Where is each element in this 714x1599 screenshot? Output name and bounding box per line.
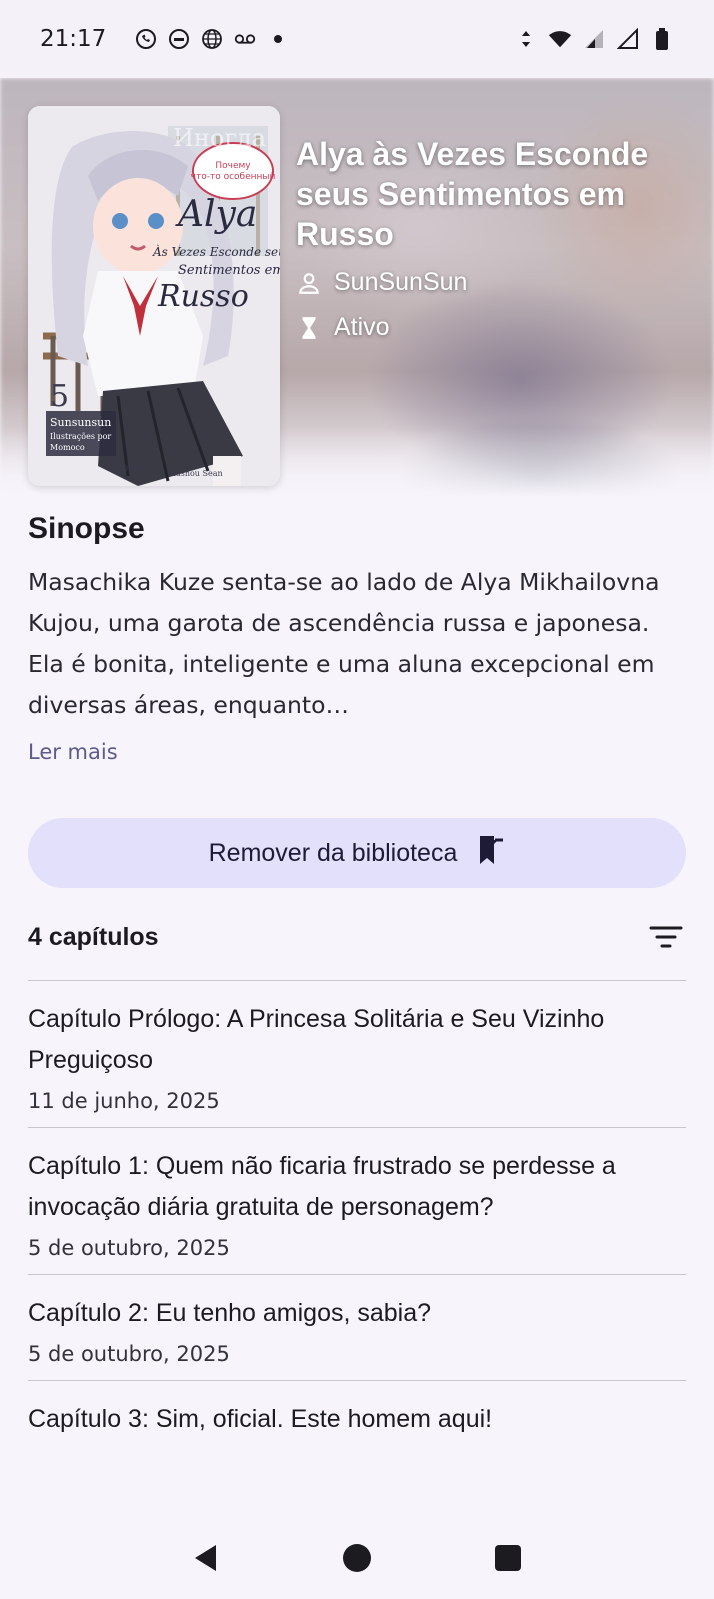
wifi-icon <box>548 27 572 51</box>
svg-text:Почему: Почему <box>215 161 251 171</box>
globe-icon <box>200 27 224 51</box>
svg-text:Plashou Sean: Plashou Sean <box>168 469 223 478</box>
chapter-title: Capítulo 2: Eu tenho amigos, sabia? <box>28 1299 432 1327</box>
synopsis-text: Masachika Kuze senta-se ao lado de Alya … <box>28 568 660 719</box>
status-row: Ativo <box>296 313 686 342</box>
bookmark-remove-icon <box>477 834 505 873</box>
recents-icon[interactable] <box>488 1538 528 1578</box>
read-more-link[interactable]: Ler mais <box>28 740 688 764</box>
svg-text:Momoco: Momoco <box>50 443 85 452</box>
voicemail-icon <box>233 27 257 51</box>
data-arrows-icon <box>514 27 538 51</box>
status-bar: 21:17 <box>0 0 714 78</box>
status-time: 21:17 <box>40 26 107 52</box>
chapter-title: Capítulo 1: Quem não ficaria frustrado s… <box>28 1152 616 1221</box>
notification-icons <box>134 27 290 51</box>
svg-text:Sunsunsun: Sunsunsun <box>50 416 111 429</box>
cover-image: Почему что-то особенный Иногда Alya Às V… <box>28 106 280 486</box>
chapter-title: Capítulo 3: Sim, oficial. Este homem aqu… <box>28 1405 493 1433</box>
publication-status: Ativo <box>334 313 390 341</box>
hourglass-icon <box>296 315 322 341</box>
back-icon[interactable] <box>186 1538 226 1578</box>
svg-text:Às Vezes Esconde seus: Às Vezes Esconde seus <box>152 244 280 259</box>
app-icon <box>167 27 191 51</box>
system-navigation-bar <box>0 1516 714 1599</box>
svg-text:Alya: Alya <box>175 194 257 235</box>
signal-empty-icon <box>616 27 640 51</box>
person-icon <box>296 270 322 296</box>
home-icon[interactable] <box>337 1538 377 1578</box>
battery-icon <box>650 27 674 51</box>
signal-icon <box>582 27 606 51</box>
system-icons <box>514 27 674 51</box>
dot-icon <box>266 27 290 51</box>
synopsis-heading: Sinopse <box>28 512 145 545</box>
synopsis-section: Sinopse Masachika Kuze senta-se ao lado … <box>28 512 688 764</box>
novel-info: Alya às Vezes Esconde seus Sentimentos e… <box>296 134 686 342</box>
remove-from-library-button[interactable]: Remover da biblioteca <box>28 818 686 888</box>
chapter-title: Capítulo Prólogo: A Princesa Solitária e… <box>28 1005 605 1074</box>
svg-text:что-то особенный: что-то особенный <box>191 172 276 182</box>
svg-text:Sentimentos em: Sentimentos em <box>178 263 280 278</box>
svg-text:Ilustrações por: Ilustrações por <box>50 432 111 441</box>
svg-text:Russo: Russo <box>157 279 249 314</box>
novel-title: Alya às Vezes Esconde seus Sentimentos e… <box>296 136 649 252</box>
author-row: SunSunSun <box>296 268 686 297</box>
cover-tag: Иногда <box>173 124 266 152</box>
chapter-date: 11 de junho, 2025 <box>28 1089 220 1113</box>
author-name: SunSunSun <box>334 268 468 296</box>
whatsapp-icon <box>134 27 158 51</box>
chapter-date: 5 de outubro, 2025 <box>28 1342 230 1366</box>
chapter-date: 5 de outubro, 2025 <box>28 1236 230 1260</box>
chapter-item[interactable]: Capítulo 2: Eu tenho amigos, sabia? 5 de… <box>28 1274 686 1380</box>
chapter-count: 4 capítulos <box>28 922 159 951</box>
chapter-item[interactable]: Capítulo Prólogo: A Princesa Solitária e… <box>28 980 686 1127</box>
chapter-list: Capítulo Prólogo: A Princesa Solitária e… <box>28 980 686 1454</box>
remove-from-library-label: Remover da biblioteca <box>208 838 458 867</box>
chapters-header: 4 capítulos <box>28 912 686 962</box>
filter-icon[interactable] <box>646 917 686 957</box>
chapter-item[interactable]: Capítulo 3: Sim, oficial. Este homem aqu… <box>28 1380 686 1454</box>
svg-text:5: 5 <box>50 379 69 414</box>
chapter-item[interactable]: Capítulo 1: Quem não ficaria frustrado s… <box>28 1127 686 1274</box>
svg-text:TOKOCO: TOKOCO <box>116 464 153 473</box>
